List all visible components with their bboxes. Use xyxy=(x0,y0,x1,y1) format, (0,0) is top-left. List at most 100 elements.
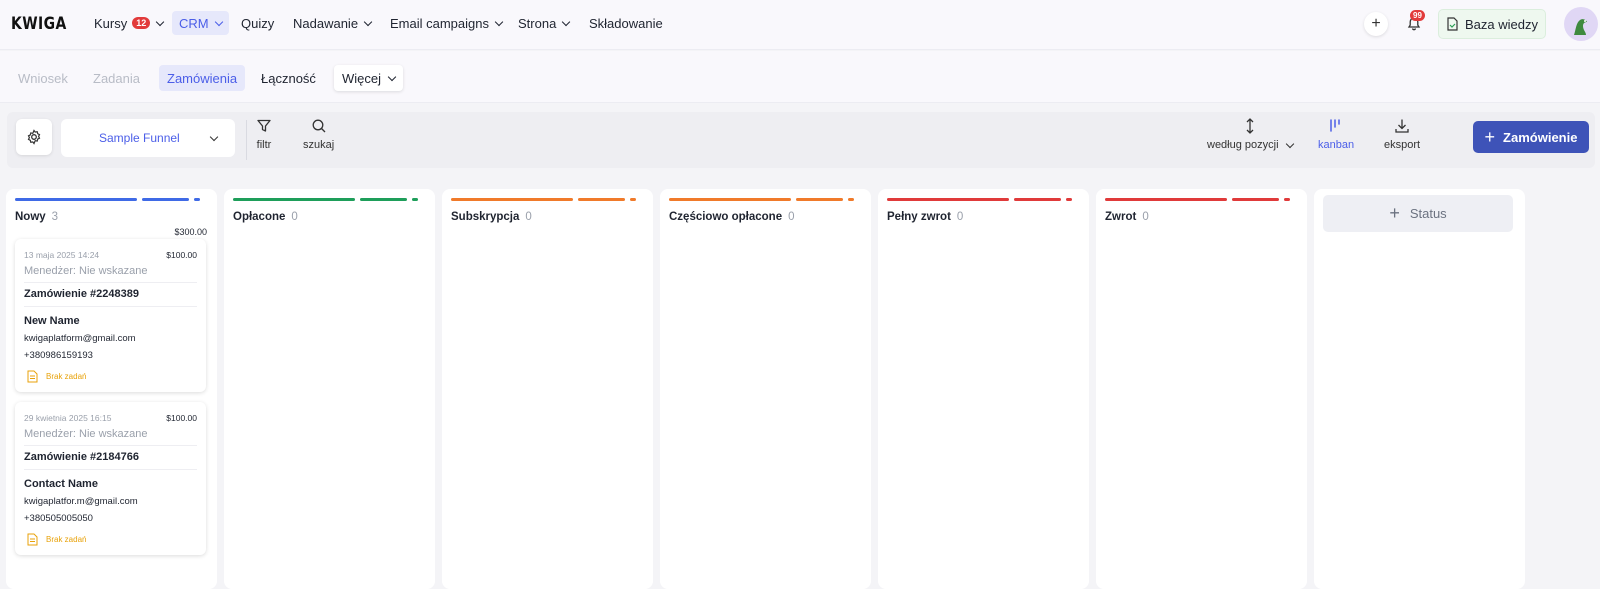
sort-arrows-icon xyxy=(1246,118,1254,134)
subnav-zamowienia[interactable]: Zamówienia xyxy=(159,65,246,91)
funnel-select[interactable]: Sample Funnel xyxy=(61,119,235,157)
nav-skladowanie-label: Składowanie xyxy=(589,15,663,31)
chevron-down-icon xyxy=(562,17,571,26)
card-divider xyxy=(24,469,197,470)
plus-icon: + xyxy=(1389,203,1400,223)
order-number[interactable]: Zamówienie #2248389 xyxy=(24,288,139,300)
chevron-down-icon xyxy=(1285,139,1294,148)
contact-name[interactable]: New Name xyxy=(24,315,80,327)
search-button[interactable]: szukaj xyxy=(303,118,334,151)
column-title: Pełny zwrot 0 xyxy=(887,211,963,223)
column-title-text: Zwrot xyxy=(1105,211,1137,223)
search-label: szukaj xyxy=(303,139,335,151)
subnav-more-dropdown[interactable]: Więcej xyxy=(334,65,404,91)
sort-dropdown[interactable]: według pozycji xyxy=(1207,118,1294,151)
kanban-view-button[interactable]: kanban xyxy=(1318,118,1354,151)
chevron-down-icon xyxy=(363,17,373,26)
subnav-more-label: Więcej xyxy=(342,70,382,86)
column-status-bars xyxy=(451,198,641,201)
orders-toolbar: Sample Funnel filtr szukaj według pozycj… xyxy=(7,112,1595,168)
order-manager: Menedżer: Nie wskazane xyxy=(24,265,148,277)
task-document-icon xyxy=(27,533,38,546)
nav-crm-label: CRM xyxy=(179,15,209,31)
nav-kursy-badge: 12 xyxy=(132,17,151,29)
kanban-column-pelny-zwrot: Pełny zwrot 0 xyxy=(878,189,1089,589)
column-title-text: Subskrypcja xyxy=(451,211,520,223)
tasks-label: Brak zadań xyxy=(46,372,87,381)
column-title: Subskrypcja 0 xyxy=(451,211,532,223)
nav-email-campaigns-label: Email campaigns xyxy=(390,15,489,31)
order-amount: $100.00 xyxy=(166,413,197,423)
nav-nadawanie-label: Nadawanie xyxy=(293,15,359,31)
nav-strona-label: Strona xyxy=(518,15,557,31)
subnav-zadania[interactable]: Zadania xyxy=(85,65,148,91)
column-count: 0 xyxy=(788,211,795,223)
nav-email-campaigns[interactable]: Email campaigns xyxy=(383,11,509,35)
chevron-down-icon xyxy=(209,132,219,141)
tasks-link[interactable]: Brak zadań xyxy=(27,370,86,383)
task-document-icon xyxy=(27,370,38,383)
contact-name[interactable]: Contact Name xyxy=(24,478,98,490)
tasks-label: Brak zadań xyxy=(46,535,87,544)
settings-button[interactable] xyxy=(16,119,52,155)
card-divider xyxy=(24,445,197,446)
contact-email: kwigaplatfor.m@gmail.com xyxy=(24,496,138,507)
chevron-down-icon xyxy=(387,72,397,81)
column-status-bars xyxy=(1105,198,1295,201)
order-card[interactable]: 29 kwietnia 2025 16:15 $100.00 Menedżer:… xyxy=(15,402,206,555)
knowledge-base-button[interactable]: Baza wiedzy xyxy=(1438,9,1546,39)
nav-nadawanie[interactable]: Nadawanie xyxy=(286,11,378,35)
nav-quizy-label: Quizy xyxy=(241,15,275,31)
toolbar-divider xyxy=(246,120,247,160)
chevron-down-icon xyxy=(156,17,165,26)
order-date: 13 maja 2025 14:24 xyxy=(24,250,100,260)
kanban-column-subskrypcja: Subskrypcja 0 xyxy=(442,189,653,589)
add-status-button[interactable]: + Status xyxy=(1323,195,1513,232)
export-button[interactable]: eksport xyxy=(1384,118,1420,151)
subnav-wniosek[interactable]: Wniosek xyxy=(10,65,76,91)
logo[interactable]: KWIGA xyxy=(11,14,67,34)
nav-kursy[interactable]: Kursy 12 xyxy=(87,11,170,35)
subnav-lacznosc[interactable]: Łączność xyxy=(253,65,324,91)
column-count: 0 xyxy=(291,211,298,223)
export-label: eksport xyxy=(1384,139,1421,151)
tasks-link[interactable]: Brak zadań xyxy=(27,533,86,546)
column-count: 0 xyxy=(525,211,532,223)
avatar[interactable] xyxy=(1564,7,1598,41)
add-order-label: Zamówienie xyxy=(1503,129,1578,145)
knowledge-base-label: Baza wiedzy xyxy=(1465,16,1538,32)
column-count: 3 xyxy=(51,211,59,223)
column-title: Opłacone 0 xyxy=(233,211,298,223)
column-status-bars xyxy=(15,198,205,201)
document-icon xyxy=(1447,17,1458,31)
nav-quizy[interactable]: Quizy xyxy=(234,11,281,35)
order-number[interactable]: Zamówienie #2184766 xyxy=(24,451,139,463)
filter-button[interactable]: filtr xyxy=(256,118,272,151)
column-title: Nowy 3 xyxy=(15,211,58,223)
column-title: Zwrot 0 xyxy=(1105,211,1149,223)
column-status-bars xyxy=(887,198,1077,201)
kanban-icon xyxy=(1330,119,1340,132)
contact-email: kwigaplatform@gmail.com xyxy=(24,333,136,344)
contact-phone: +380505005050 xyxy=(24,513,93,524)
add-icon[interactable]: + xyxy=(1364,12,1388,36)
filter-label: filtr xyxy=(256,139,272,151)
nav-skladowanie[interactable]: Składowanie xyxy=(582,11,670,35)
add-status-label: Status xyxy=(1409,206,1447,221)
column-title-text: Częściowo opłacone xyxy=(669,211,783,223)
kanban-label: kanban xyxy=(1318,139,1355,151)
gear-icon xyxy=(27,129,41,145)
order-manager: Menedżer: Nie wskazane xyxy=(24,428,148,440)
order-amount: $100.00 xyxy=(166,250,197,260)
crm-subnavigation: Wniosek Zadania Zamówienia Łączność Więc… xyxy=(0,51,1600,103)
top-navigation-bar: KWIGA Kursy 12 CRM Quizy Nadawanie Email… xyxy=(0,0,1600,50)
add-order-button[interactable]: + Zamówienie xyxy=(1473,121,1589,153)
column-status-bars xyxy=(233,198,423,201)
nav-crm[interactable]: CRM xyxy=(172,11,229,35)
column-count: 0 xyxy=(1142,211,1149,223)
nav-strona[interactable]: Strona xyxy=(511,11,576,35)
order-date: 29 kwietnia 2025 16:15 xyxy=(24,413,112,423)
order-card[interactable]: 13 maja 2025 14:24 $100.00 Menedżer: Nie… xyxy=(15,239,206,392)
nav-kursy-label: Kursy xyxy=(94,15,128,31)
kanban-column-oplacone: Opłacone 0 xyxy=(224,189,435,589)
